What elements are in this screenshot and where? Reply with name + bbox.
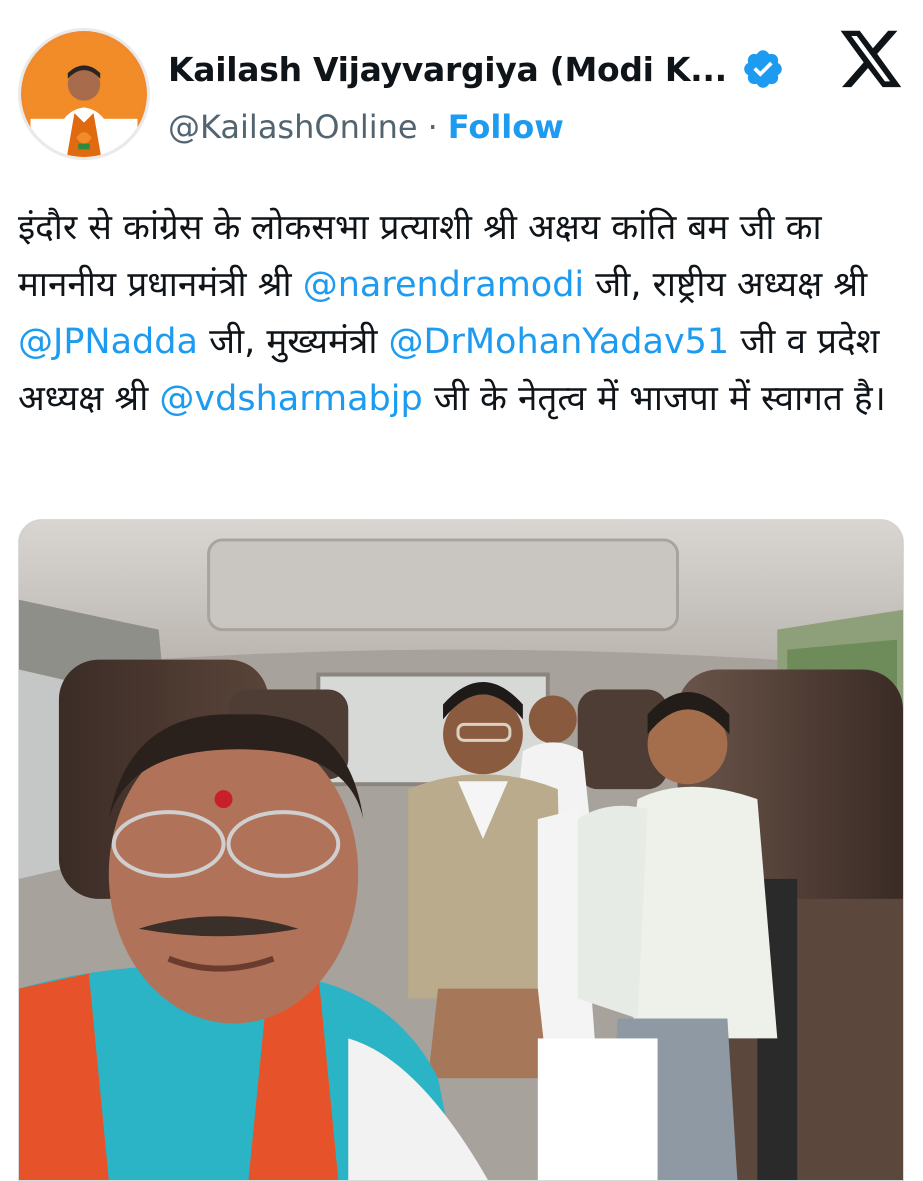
author-display-name[interactable]: Kailash Vijayvargiya (Modi K... (168, 50, 727, 89)
tweet-text-segment: जी के नेतृत्व में भाजपा में स्वागत है। (422, 379, 886, 419)
mention-link[interactable]: @DrMohanYadav51 (389, 322, 730, 362)
author-avatar[interactable] (18, 28, 150, 160)
name-row: Kailash Vijayvargiya (Modi K... (168, 44, 785, 94)
verified-badge-icon (744, 50, 782, 88)
mention-link[interactable]: @vdsharmabjp (159, 379, 422, 419)
separator-dot: · (427, 108, 438, 146)
author-handle[interactable]: @KailashOnline (168, 108, 418, 146)
avatar-image (21, 31, 147, 157)
tweet-text: इंदौर से कांग्रेस के लोकसभा प्रत्याशी श्… (18, 200, 908, 428)
x-logo-icon[interactable] (838, 30, 904, 92)
tweet-text-segment: जी, राष्ट्रीय अध्यक्ष श्री (584, 265, 868, 305)
follow-button[interactable]: Follow (448, 108, 564, 146)
tweet-photo[interactable] (18, 519, 904, 1181)
tweet-text-segment: जी, मुख्यमंत्री (197, 322, 389, 362)
handle-row: @KailashOnline · Follow (168, 104, 564, 150)
car-selfie-photo (19, 520, 903, 1180)
mention-link[interactable]: @narendramodi (303, 265, 584, 305)
tweet-header: Kailash Vijayvargiya (Modi K... @Kailash… (18, 28, 908, 168)
mention-link[interactable]: @JPNadda (18, 322, 198, 362)
